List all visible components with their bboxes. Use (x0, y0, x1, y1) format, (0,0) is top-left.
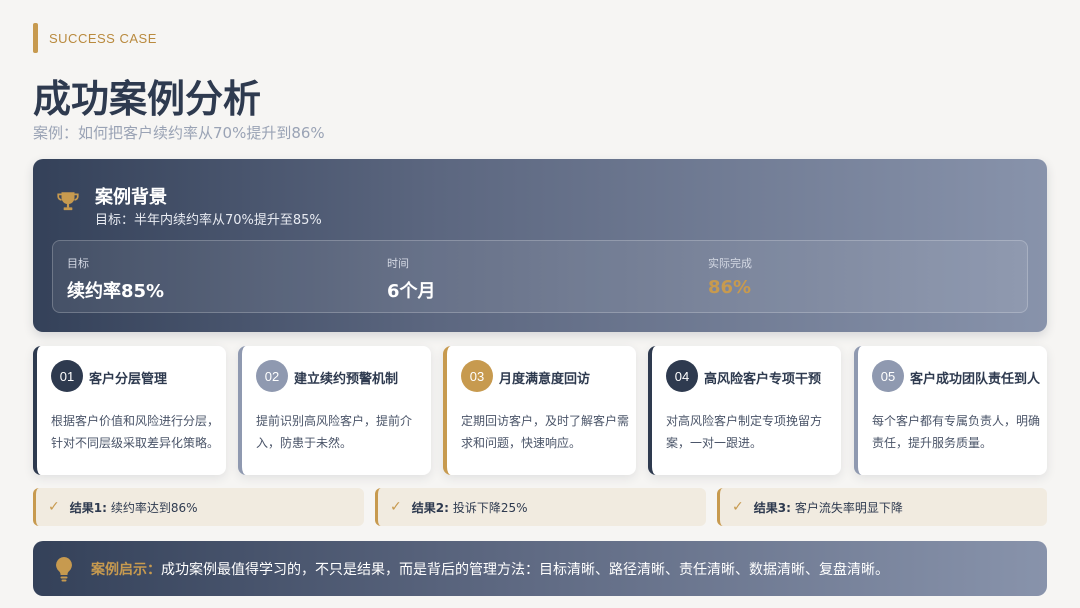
step-description: 对高风险客户制定专项挽留方案，一对一跟进。 (666, 414, 823, 450)
check-icon: ✓ (732, 499, 744, 515)
step-card-1: 01 客户分层管理 根据客户价值和风险进行分层，针对不同层级采取差异化策略。 (33, 346, 226, 475)
case-background-panel: 案例背景 目标：半年内续约率从70%提升至85% 目标 续约率85% 时间 6个… (33, 159, 1047, 332)
hero-title: 案例背景 (95, 187, 167, 208)
insight-label: 案例启示： (91, 561, 161, 578)
result-label: 结果1: (69, 500, 107, 515)
page-subtitle: 案例：如何把客户续约率从70%提升到86% (33, 124, 325, 142)
tag-text: SUCCESS CASE (49, 30, 157, 46)
stat-label: 实际完成 (708, 257, 752, 270)
stats-box: 目标 续约率85% 时间 6个月 实际完成 86% (52, 240, 1028, 313)
step-card-5: 05 客户成功团队责任到人 每个客户都有专属负责人，明确责任，提升服务质量。 (854, 346, 1047, 475)
check-icon: ✓ (390, 499, 402, 515)
hero-subtitle: 目标：半年内续约率从70%提升至85% (95, 213, 322, 228)
step-number-badge: 04 (666, 360, 698, 392)
trophy-icon (57, 192, 79, 211)
step-number-badge: 01 (51, 360, 83, 392)
result-3: ✓ 结果3: 客户流失率明显下降 (717, 488, 1047, 526)
stat-duration: 时间 6个月 (387, 255, 436, 303)
step-title: 高风险客户专项干预 (704, 372, 822, 387)
stat-actual: 实际完成 86% (708, 255, 752, 298)
lightbulb-icon (56, 556, 72, 581)
step-title: 建立续约预警机制 (294, 372, 399, 387)
step-title: 月度满意度回访 (499, 372, 591, 387)
section-tag: SUCCESS CASE (33, 23, 157, 53)
insight-text: 成功案例最值得学习的，不只是结果，而是背后的管理方法：目标清晰、路径清晰、责任清… (161, 561, 889, 578)
result-text: 投诉下降25% (452, 500, 528, 515)
step-card-3: 03 月度满意度回访 定期回访客户，及时了解客户需求和问题，快速响应。 (443, 346, 636, 475)
insight-banner: 案例启示： 成功案例最值得学习的，不只是结果，而是背后的管理方法：目标清晰、路径… (33, 541, 1047, 596)
stat-label: 时间 (387, 257, 409, 270)
page-title: 成功案例分析 (33, 77, 262, 121)
check-icon: ✓ (48, 499, 60, 515)
step-description: 根据客户价值和风险进行分层，针对不同层级采取差异化策略。 (51, 414, 220, 450)
step-card-4: 04 高风险客户专项干预 对高风险客户制定专项挽留方案，一对一跟进。 (648, 346, 841, 475)
step-number-badge: 02 (256, 360, 288, 392)
step-description: 提前识别高风险客户，提前介入，防患于未然。 (256, 414, 413, 450)
result-label: 结果3: (753, 500, 791, 515)
step-number-badge: 03 (461, 360, 493, 392)
step-title: 客户成功团队责任到人 (910, 372, 1041, 387)
result-label: 结果2: (411, 500, 449, 515)
stat-target: 目标 续约率85% (67, 255, 164, 303)
result-text: 续约率达到86% (110, 500, 198, 515)
step-title: 客户分层管理 (89, 372, 168, 387)
result-1: ✓ 结果1: 续约率达到86% (33, 488, 364, 526)
stat-value: 续约率85% (67, 281, 165, 302)
stat-value: 86% (708, 277, 752, 298)
stat-value: 6个月 (387, 281, 436, 302)
stat-label: 目标 (67, 257, 89, 270)
step-description: 定期回访客户，及时了解客户需求和问题，快速响应。 (461, 414, 630, 450)
step-number-badge: 05 (872, 360, 904, 392)
result-text: 客户流失率明显下降 (794, 500, 903, 515)
step-description: 每个客户都有专属负责人，明确责任，提升服务质量。 (872, 414, 1041, 450)
step-card-2: 02 建立续约预警机制 提前识别高风险客户，提前介入，防患于未然。 (238, 346, 431, 475)
tag-accent-bar (33, 23, 38, 53)
result-2: ✓ 结果2: 投诉下降25% (375, 488, 706, 526)
